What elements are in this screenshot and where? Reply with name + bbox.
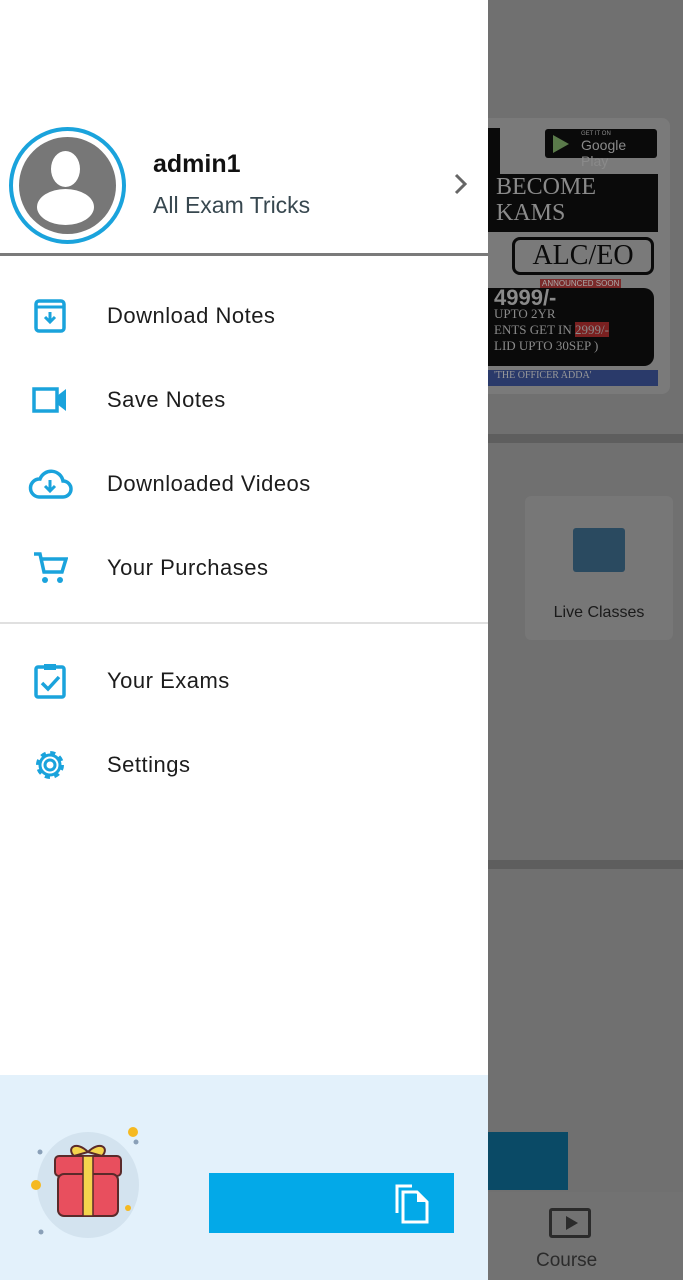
course-tv-icon[interactable] (549, 1208, 591, 1238)
banner-footer: 'THE OFFICER ADDA' (488, 370, 658, 386)
cloud-download-icon (25, 464, 75, 504)
copy-referral-button[interactable] (209, 1173, 454, 1233)
copy-icon (395, 1184, 429, 1224)
section-divider (488, 860, 683, 869)
avatar[interactable] (9, 127, 126, 244)
cart-icon (25, 548, 75, 588)
menu-item-label: Download Notes (107, 303, 276, 328)
menu-item-download-notes[interactable]: Download Notes (0, 276, 488, 356)
navigation-drawer: admin1 All Exam Tricks Download Notes Sa… (0, 0, 488, 1280)
live-classes-card[interactable]: Live Classes (525, 496, 673, 640)
gear-icon (25, 745, 75, 785)
menu-divider (0, 622, 488, 624)
clipboard-check-icon (25, 661, 75, 701)
menu-item-label: Save Notes (107, 387, 226, 412)
chevron-right-icon[interactable] (452, 170, 470, 198)
gift-icon (31, 1127, 139, 1238)
menu-item-downloaded-videos[interactable]: Downloaded Videos (0, 444, 488, 524)
user-subtitle: All Exam Tricks (153, 192, 311, 218)
menu-item-your-exams[interactable]: Your Exams (0, 641, 488, 721)
download-notes-icon (25, 296, 75, 336)
menu-item-label: Your Purchases (107, 555, 269, 580)
menu-item-save-notes[interactable]: Save Notes (0, 360, 488, 440)
menu-item-label: Downloaded Videos (107, 471, 311, 496)
google-play-badge: GET IT ON Google Play (545, 129, 657, 169)
banner-headline: BECOME KAMS (488, 174, 658, 232)
background-block (488, 1132, 568, 1190)
nav-course[interactable]: Course (536, 1250, 597, 1272)
menu-item-settings[interactable]: Settings (0, 725, 488, 805)
user-name: admin1 (153, 150, 241, 178)
video-camera-icon (25, 380, 75, 420)
banner-tag: ALC/EO (512, 237, 654, 275)
menu-item-label: Settings (107, 752, 191, 777)
menu-item-your-purchases[interactable]: Your Purchases (0, 528, 488, 608)
drawer-header[interactable]: admin1 All Exam Tricks (0, 0, 488, 256)
section-divider (488, 434, 683, 443)
live-classes-icon (573, 528, 625, 572)
banner-price-box: 4999/- UPTO 2YR ENTS GET IN 2999/- LID U… (488, 287, 654, 366)
card-label: Live Classes (553, 604, 645, 621)
menu-item-label: Your Exams (107, 668, 230, 693)
